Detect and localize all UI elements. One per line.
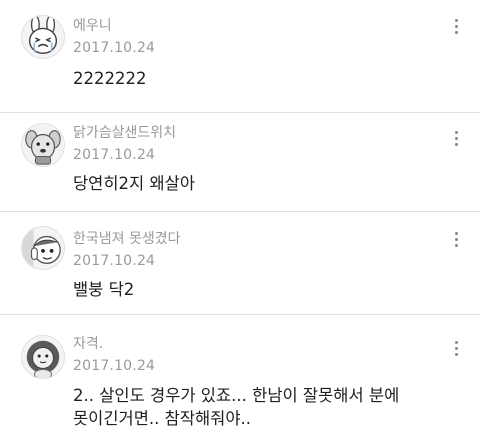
dog-character-icon bbox=[22, 124, 64, 166]
avatar[interactable] bbox=[21, 226, 65, 270]
comment-date: 2017.10.24 bbox=[73, 253, 156, 269]
comment-author[interactable]: 닭가슴살샌드위치 bbox=[73, 124, 176, 142]
comment-author[interactable]: 자격. bbox=[73, 335, 103, 353]
comment-item: 자격. 2017.10.24 2.. 살인도 경우가 있죠... 한남이 잘못해… bbox=[0, 315, 480, 445]
lion-character-icon bbox=[22, 336, 64, 378]
avatar[interactable] bbox=[21, 335, 65, 379]
more-vertical-icon[interactable] bbox=[446, 13, 466, 39]
comment-body-line: 못이긴거면.. 참작해줘야.. bbox=[73, 409, 252, 428]
comment-body: 밸붕 닥2 bbox=[73, 278, 463, 301]
comment-body-line: 2.. 살인도 경우가 있죠... 한남이 잘못해서 분에 bbox=[73, 386, 400, 405]
comment-date: 2017.10.24 bbox=[73, 147, 156, 163]
crying-rabbit-icon bbox=[22, 16, 64, 58]
comment-body-line: 2222222 bbox=[73, 69, 147, 88]
avatar[interactable] bbox=[21, 123, 65, 167]
comment-body-line: 밸붕 닥2 bbox=[73, 280, 135, 299]
more-vertical-icon[interactable] bbox=[446, 226, 466, 252]
comment-body: 당연히2지 왜살아 bbox=[73, 172, 463, 195]
comment-body: 2.. 살인도 경우가 있죠... 한남이 잘못해서 분에 못이긴거면.. 참작… bbox=[73, 384, 463, 430]
comment-body: 2222222 bbox=[73, 67, 463, 90]
comment-item: 에우니 2017.10.24 2222222 bbox=[0, 0, 480, 112]
comment-body-line: 당연히2지 왜살아 bbox=[73, 174, 196, 193]
peeking-character-icon bbox=[22, 227, 64, 269]
comment-date: 2017.10.24 bbox=[73, 40, 156, 56]
comment-author[interactable]: 한국냄져 못생겼다 bbox=[73, 230, 181, 248]
more-vertical-icon[interactable] bbox=[446, 125, 466, 151]
comment-item: 한국냄져 못생겼다 2017.10.24 밸붕 닥2 bbox=[0, 212, 480, 314]
avatar[interactable] bbox=[21, 15, 65, 59]
comment-list: 에우니 2017.10.24 2222222 닭가슴살샌드위치 2017.10.… bbox=[0, 0, 480, 445]
comment-author[interactable]: 에우니 bbox=[73, 17, 112, 35]
comment-date: 2017.10.24 bbox=[73, 358, 156, 374]
comment-item: 닭가슴살샌드위치 2017.10.24 당연히2지 왜살아 bbox=[0, 113, 480, 211]
more-vertical-icon[interactable] bbox=[446, 335, 466, 361]
